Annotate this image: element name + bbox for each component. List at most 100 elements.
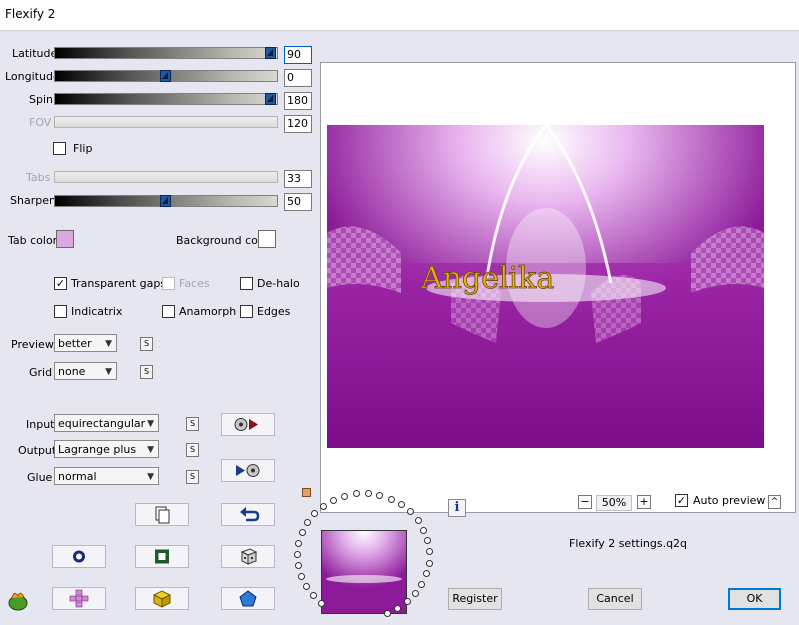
- latitude-slider[interactable]: [54, 47, 278, 59]
- auto-preview-checkbox[interactable]: ✓: [675, 494, 688, 507]
- window-title: Flexify 2: [5, 7, 56, 21]
- navigator-dial-dot[interactable]: [341, 492, 349, 500]
- input-label: Input: [26, 418, 55, 431]
- zoom-level-field[interactable]: 50%: [596, 495, 632, 511]
- navigator-dial-dot[interactable]: [309, 591, 317, 599]
- longitude-label: Longitude: [5, 70, 60, 83]
- square-frame-icon: [155, 549, 169, 564]
- zoom-in-button[interactable]: +: [637, 495, 651, 509]
- de-halo-label: De-halo: [257, 277, 300, 290]
- ok-button[interactable]: OK: [728, 588, 781, 610]
- preview-label: Preview: [11, 338, 54, 351]
- info-button[interactable]: i: [448, 499, 466, 517]
- register-button[interactable]: Register: [448, 588, 502, 610]
- output-s-button[interactable]: S: [186, 443, 199, 457]
- longitude-slider[interactable]: [54, 70, 278, 82]
- navigator-dial-dot[interactable]: [425, 548, 433, 556]
- navigator-dial-dot[interactable]: [294, 561, 302, 569]
- navigator-dial-dot[interactable]: [403, 598, 411, 606]
- navigator-thumbnail[interactable]: [321, 530, 407, 614]
- copy-button[interactable]: [135, 503, 189, 526]
- de-halo-checkbox[interactable]: [240, 277, 253, 290]
- glue-s-button[interactable]: S: [186, 470, 199, 484]
- grid-label: Grid: [29, 366, 53, 379]
- navigator-dial-dot[interactable]: [424, 537, 432, 545]
- cancel-button[interactable]: Cancel: [588, 588, 642, 610]
- navigator-dial-dot[interactable]: [364, 490, 372, 498]
- navigator-dial-dot[interactable]: [317, 599, 325, 607]
- indicatrix-checkbox[interactable]: [54, 305, 67, 318]
- anamorph-checkbox[interactable]: [162, 305, 175, 318]
- sharpen-slider-thumb[interactable]: [160, 195, 171, 207]
- navigator-dial-dot[interactable]: [420, 526, 428, 534]
- save-image-button[interactable]: [221, 459, 275, 482]
- collapse-button[interactable]: ^: [768, 495, 781, 509]
- navigator-dial-dot[interactable]: [418, 580, 426, 588]
- navigator-dial-dot[interactable]: [423, 570, 431, 578]
- undo-button[interactable]: [221, 503, 275, 526]
- latitude-slider-thumb[interactable]: [265, 47, 276, 59]
- spin-value-field[interactable]: 180: [284, 92, 312, 110]
- cross-preset-button[interactable]: [52, 587, 106, 610]
- input-s-button[interactable]: S: [186, 417, 199, 431]
- cross-grid-icon: [69, 589, 89, 608]
- navigator-dial-dot[interactable]: [302, 582, 310, 590]
- chevron-down-icon: ▼: [147, 472, 154, 482]
- sharpen-label: Sharpen: [10, 194, 56, 207]
- preview-pane[interactable]: Angelika: [320, 62, 796, 513]
- navigator-dial-dot[interactable]: [304, 518, 312, 526]
- title-bar: Flexify 2: [0, 0, 799, 31]
- grid-s-button[interactable]: S: [140, 365, 153, 379]
- longitude-value-field[interactable]: 0: [284, 69, 312, 87]
- navigator-dial-dot[interactable]: [294, 550, 301, 558]
- output-projection-select[interactable]: Lagrange plus ▼: [54, 440, 159, 458]
- random-button[interactable]: [221, 545, 275, 568]
- cube-preset-button[interactable]: [135, 587, 189, 610]
- chevron-down-icon: ▼: [105, 339, 112, 349]
- input-projection-select[interactable]: equirectangular ▼: [54, 414, 159, 432]
- navigator-dial-dot[interactable]: [298, 528, 306, 536]
- navigator-dial-dot[interactable]: [383, 609, 391, 617]
- preview-quality-select[interactable]: better ▼: [54, 334, 117, 352]
- transparent-gaps-checkbox[interactable]: ✓: [54, 277, 67, 290]
- navigator-handle[interactable]: [302, 488, 311, 497]
- spin-slider-thumb[interactable]: [265, 93, 276, 105]
- spin-label: Spin: [29, 93, 53, 106]
- sharpen-slider[interactable]: [54, 195, 278, 207]
- navigator-dial-dot[interactable]: [425, 559, 433, 567]
- navigator-dial-dot[interactable]: [414, 517, 422, 525]
- polyhedron-preset-button[interactable]: [221, 587, 275, 610]
- fov-value-field: 120: [284, 115, 312, 133]
- faces-label: Faces: [179, 277, 210, 290]
- zoom-out-button[interactable]: −: [578, 495, 592, 509]
- angelika-watermark: Angelika: [420, 261, 554, 296]
- edges-checkbox[interactable]: [240, 305, 253, 318]
- navigator-dial-dot[interactable]: [297, 572, 305, 580]
- preview-s-button[interactable]: S: [140, 337, 153, 351]
- fov-slider: [54, 116, 278, 128]
- load-image-button[interactable]: [221, 413, 275, 436]
- input-projection-value: equirectangular: [58, 417, 146, 430]
- output-label: Output: [18, 444, 57, 457]
- longitude-slider-thumb[interactable]: [160, 70, 171, 82]
- navigator-dial-dot[interactable]: [387, 495, 395, 503]
- preview-quality-value: better: [58, 337, 92, 350]
- navigator-dial-dot[interactable]: [330, 496, 338, 504]
- chevron-down-icon: ▼: [147, 419, 154, 429]
- sharpen-value-field[interactable]: 50: [284, 193, 312, 211]
- square-preset-button[interactable]: [135, 545, 189, 568]
- background-color-swatch[interactable]: [258, 230, 276, 248]
- navigator-dial-dot[interactable]: [320, 502, 328, 510]
- navigator-dial-dot[interactable]: [311, 510, 319, 518]
- flip-checkbox[interactable]: [53, 142, 66, 155]
- circle-preset-button[interactable]: [52, 545, 106, 568]
- tab-color-swatch[interactable]: [56, 230, 74, 248]
- dice-icon: [240, 548, 258, 565]
- navigator-dial-dot[interactable]: [406, 508, 414, 516]
- spin-slider[interactable]: [54, 93, 278, 105]
- grid-select[interactable]: none ▼: [54, 362, 117, 380]
- glue-select[interactable]: normal ▼: [54, 467, 159, 485]
- navigator-dial-dot[interactable]: [412, 590, 420, 598]
- navigator-dial-dot[interactable]: [295, 539, 303, 547]
- latitude-value-field[interactable]: 90: [284, 46, 312, 64]
